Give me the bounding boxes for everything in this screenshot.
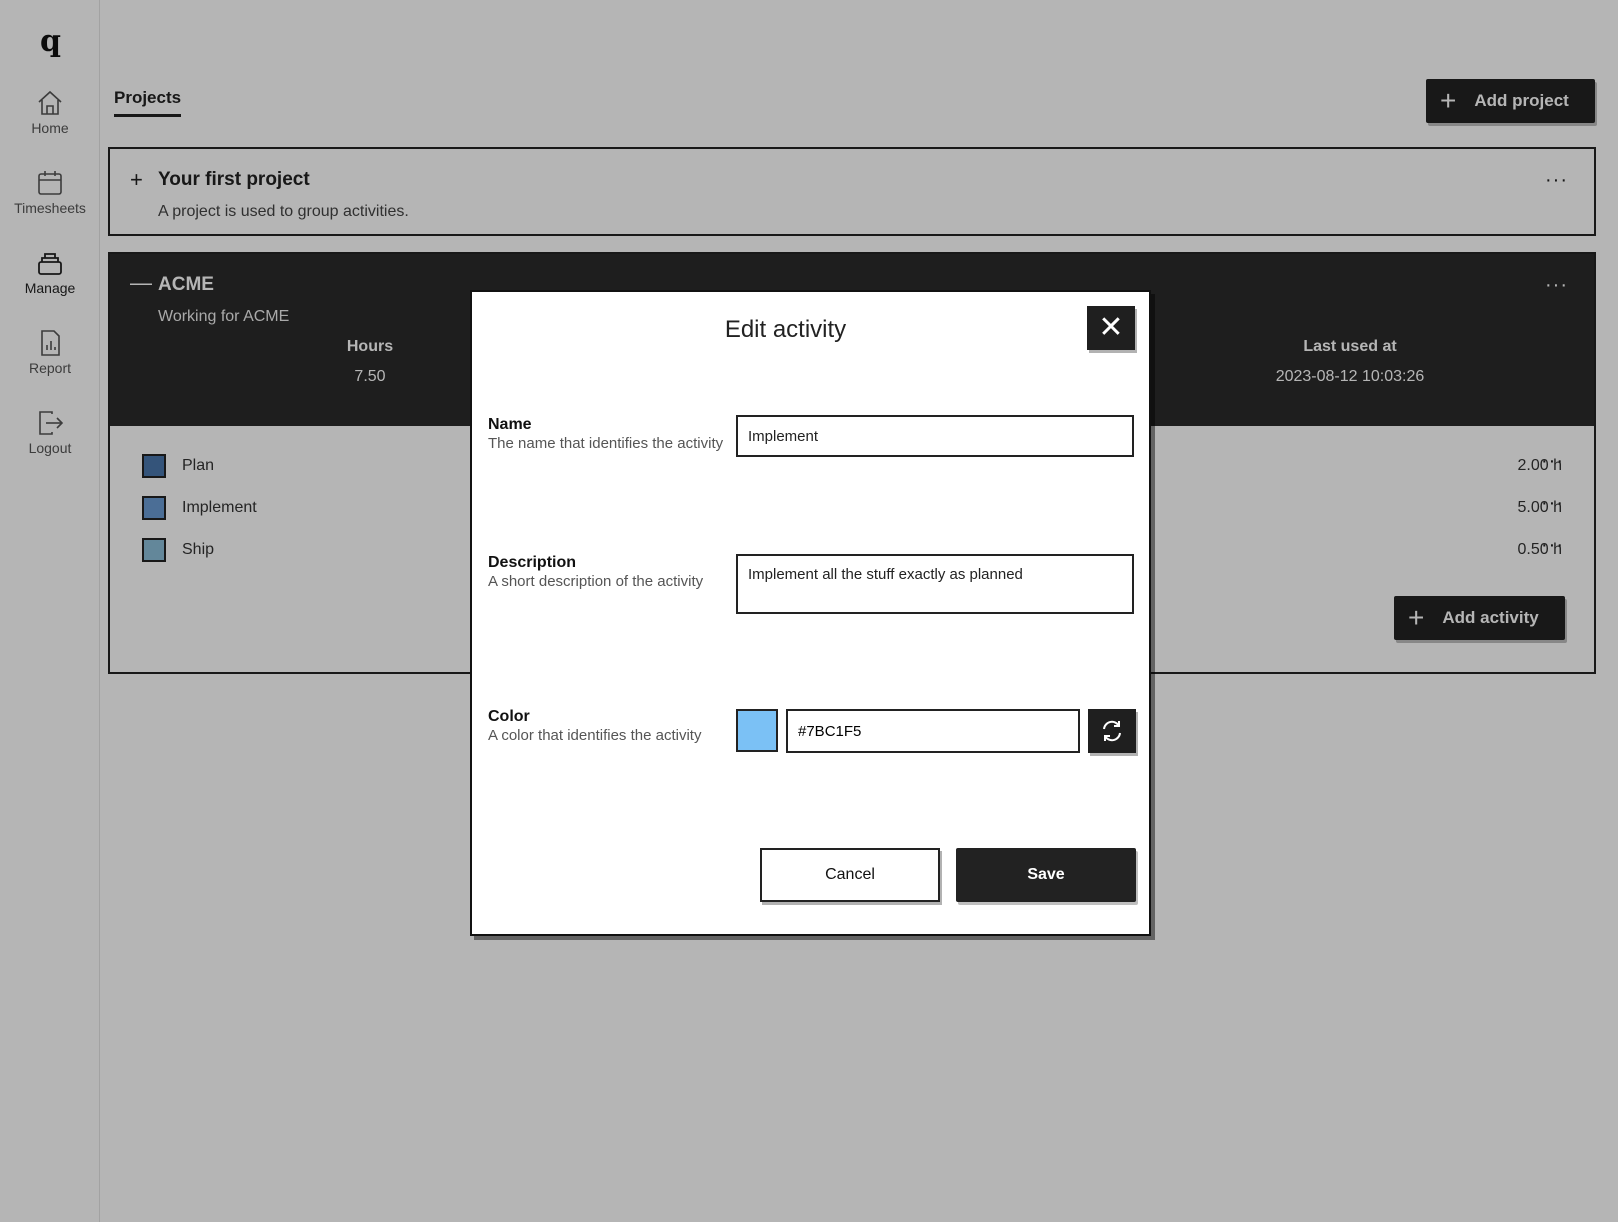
color-picker-swatch[interactable]	[736, 709, 778, 752]
edit-activity-dialog: Edit activity ✕ Name The name that ident…	[470, 290, 1151, 936]
description-input[interactable]: Implement all the stuff exactly as plann…	[736, 554, 1134, 614]
close-icon: ✕	[1098, 311, 1124, 344]
dialog-title: Edit activity	[724, 316, 847, 343]
color-help: A color that identifies the activity	[488, 727, 702, 744]
refresh-icon	[1103, 720, 1121, 742]
color-label: Color	[488, 708, 530, 725]
description-label: Description	[488, 554, 577, 571]
name-label: Name	[488, 416, 532, 433]
name-input[interactable]	[736, 415, 1134, 457]
description-help: A short description of the activity	[488, 573, 704, 590]
randomize-color-button[interactable]	[1088, 709, 1136, 753]
name-help: The name that identifies the activity	[488, 435, 724, 452]
cancel-button[interactable]: Cancel	[760, 848, 940, 902]
close-button[interactable]: ✕	[1087, 306, 1135, 350]
color-hex-input[interactable]	[786, 709, 1080, 753]
save-button[interactable]: Save	[956, 848, 1136, 902]
